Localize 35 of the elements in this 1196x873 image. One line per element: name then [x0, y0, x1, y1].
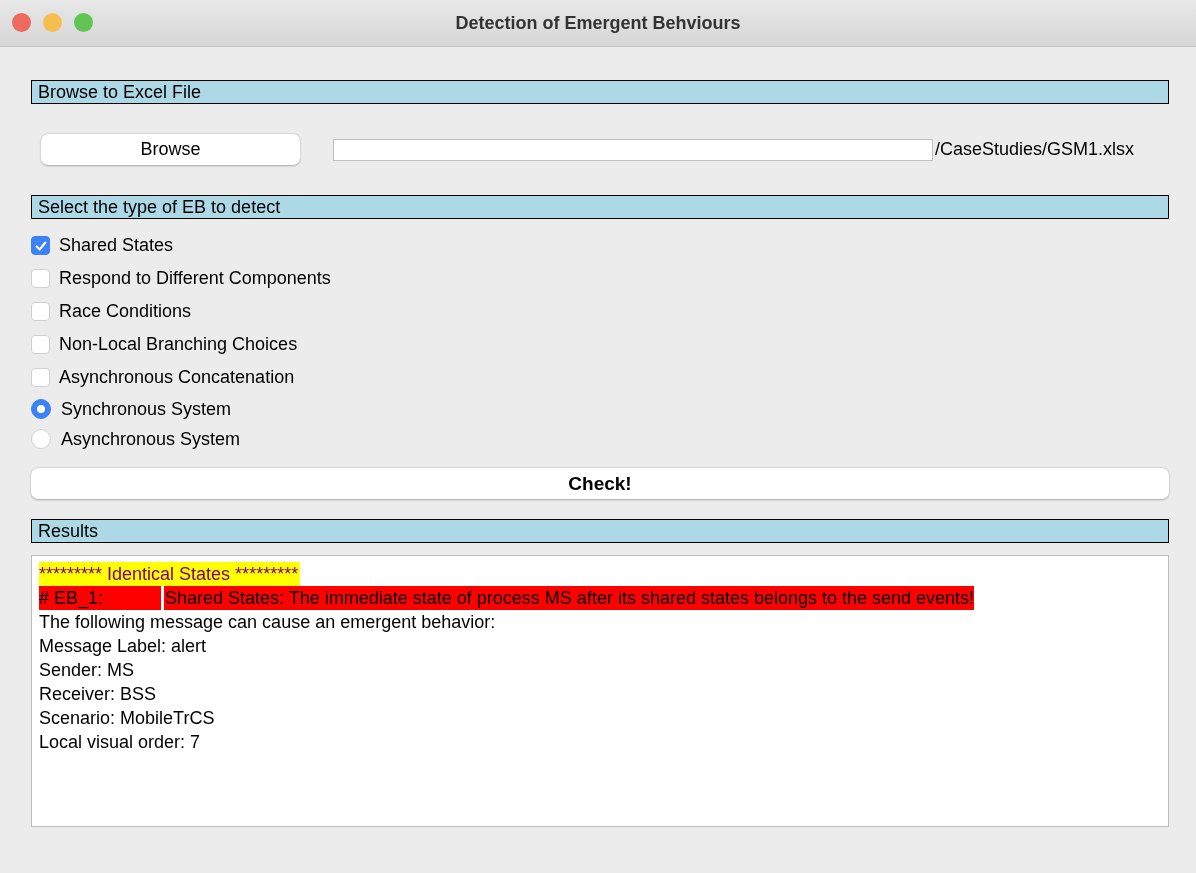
checkbox-label[interactable]: Shared States [59, 235, 174, 256]
radio-label[interactable]: Synchronous System [61, 398, 232, 420]
minimize-button[interactable] [43, 13, 62, 32]
check-icon [33, 238, 48, 253]
window-title: Detection of Emergent Behviours [455, 12, 741, 34]
checkbox[interactable] [31, 335, 50, 354]
result-id: # EB_1: [39, 586, 161, 610]
section-heading: Select the type of EB to detect [31, 195, 1169, 219]
checkbox[interactable] [31, 302, 50, 321]
checkbox[interactable] [31, 269, 50, 288]
result-line: Message Label: alert [39, 635, 207, 658]
result-line: Sender: MS [39, 659, 135, 682]
checkbox[interactable] [31, 368, 50, 387]
zoom-button[interactable] [74, 13, 93, 32]
radio-label[interactable]: Asynchronous System [61, 428, 241, 450]
path-field[interactable] [333, 138, 933, 161]
radio-button[interactable] [31, 429, 51, 449]
section-heading: Browse to Excel File [31, 80, 1169, 104]
result-alert: Shared States: The immediate state of process MS after its shared states belongs to the send events! [164, 586, 975, 610]
check-button[interactable]: Check! [31, 468, 1169, 499]
checkbox[interactable] [31, 236, 50, 255]
file-path: /CaseStudies/GSM1.xlsx [935, 139, 1135, 160]
checkbox-label[interactable]: Race Conditions [59, 301, 192, 322]
checkbox-label[interactable]: Respond to Different Components [59, 268, 331, 289]
close-button[interactable] [12, 13, 31, 32]
result-line: The following message can cause an emergent behavior: [39, 611, 496, 634]
radio-button[interactable] [31, 399, 51, 419]
browse-button[interactable]: Browse [41, 134, 300, 165]
result-line: Scenario: MobileTrCS [39, 707, 215, 730]
result-line: Receiver: BSS [39, 683, 157, 706]
checkbox-label[interactable]: Non-Local Branching Choices [59, 334, 298, 355]
checkbox-label[interactable]: Asynchronous Concatenation [59, 367, 295, 388]
result-banner: ********* Identical States ********* [39, 562, 301, 586]
result-line: Local visual order: 7 [39, 731, 201, 754]
section-heading: Results [31, 519, 1169, 543]
